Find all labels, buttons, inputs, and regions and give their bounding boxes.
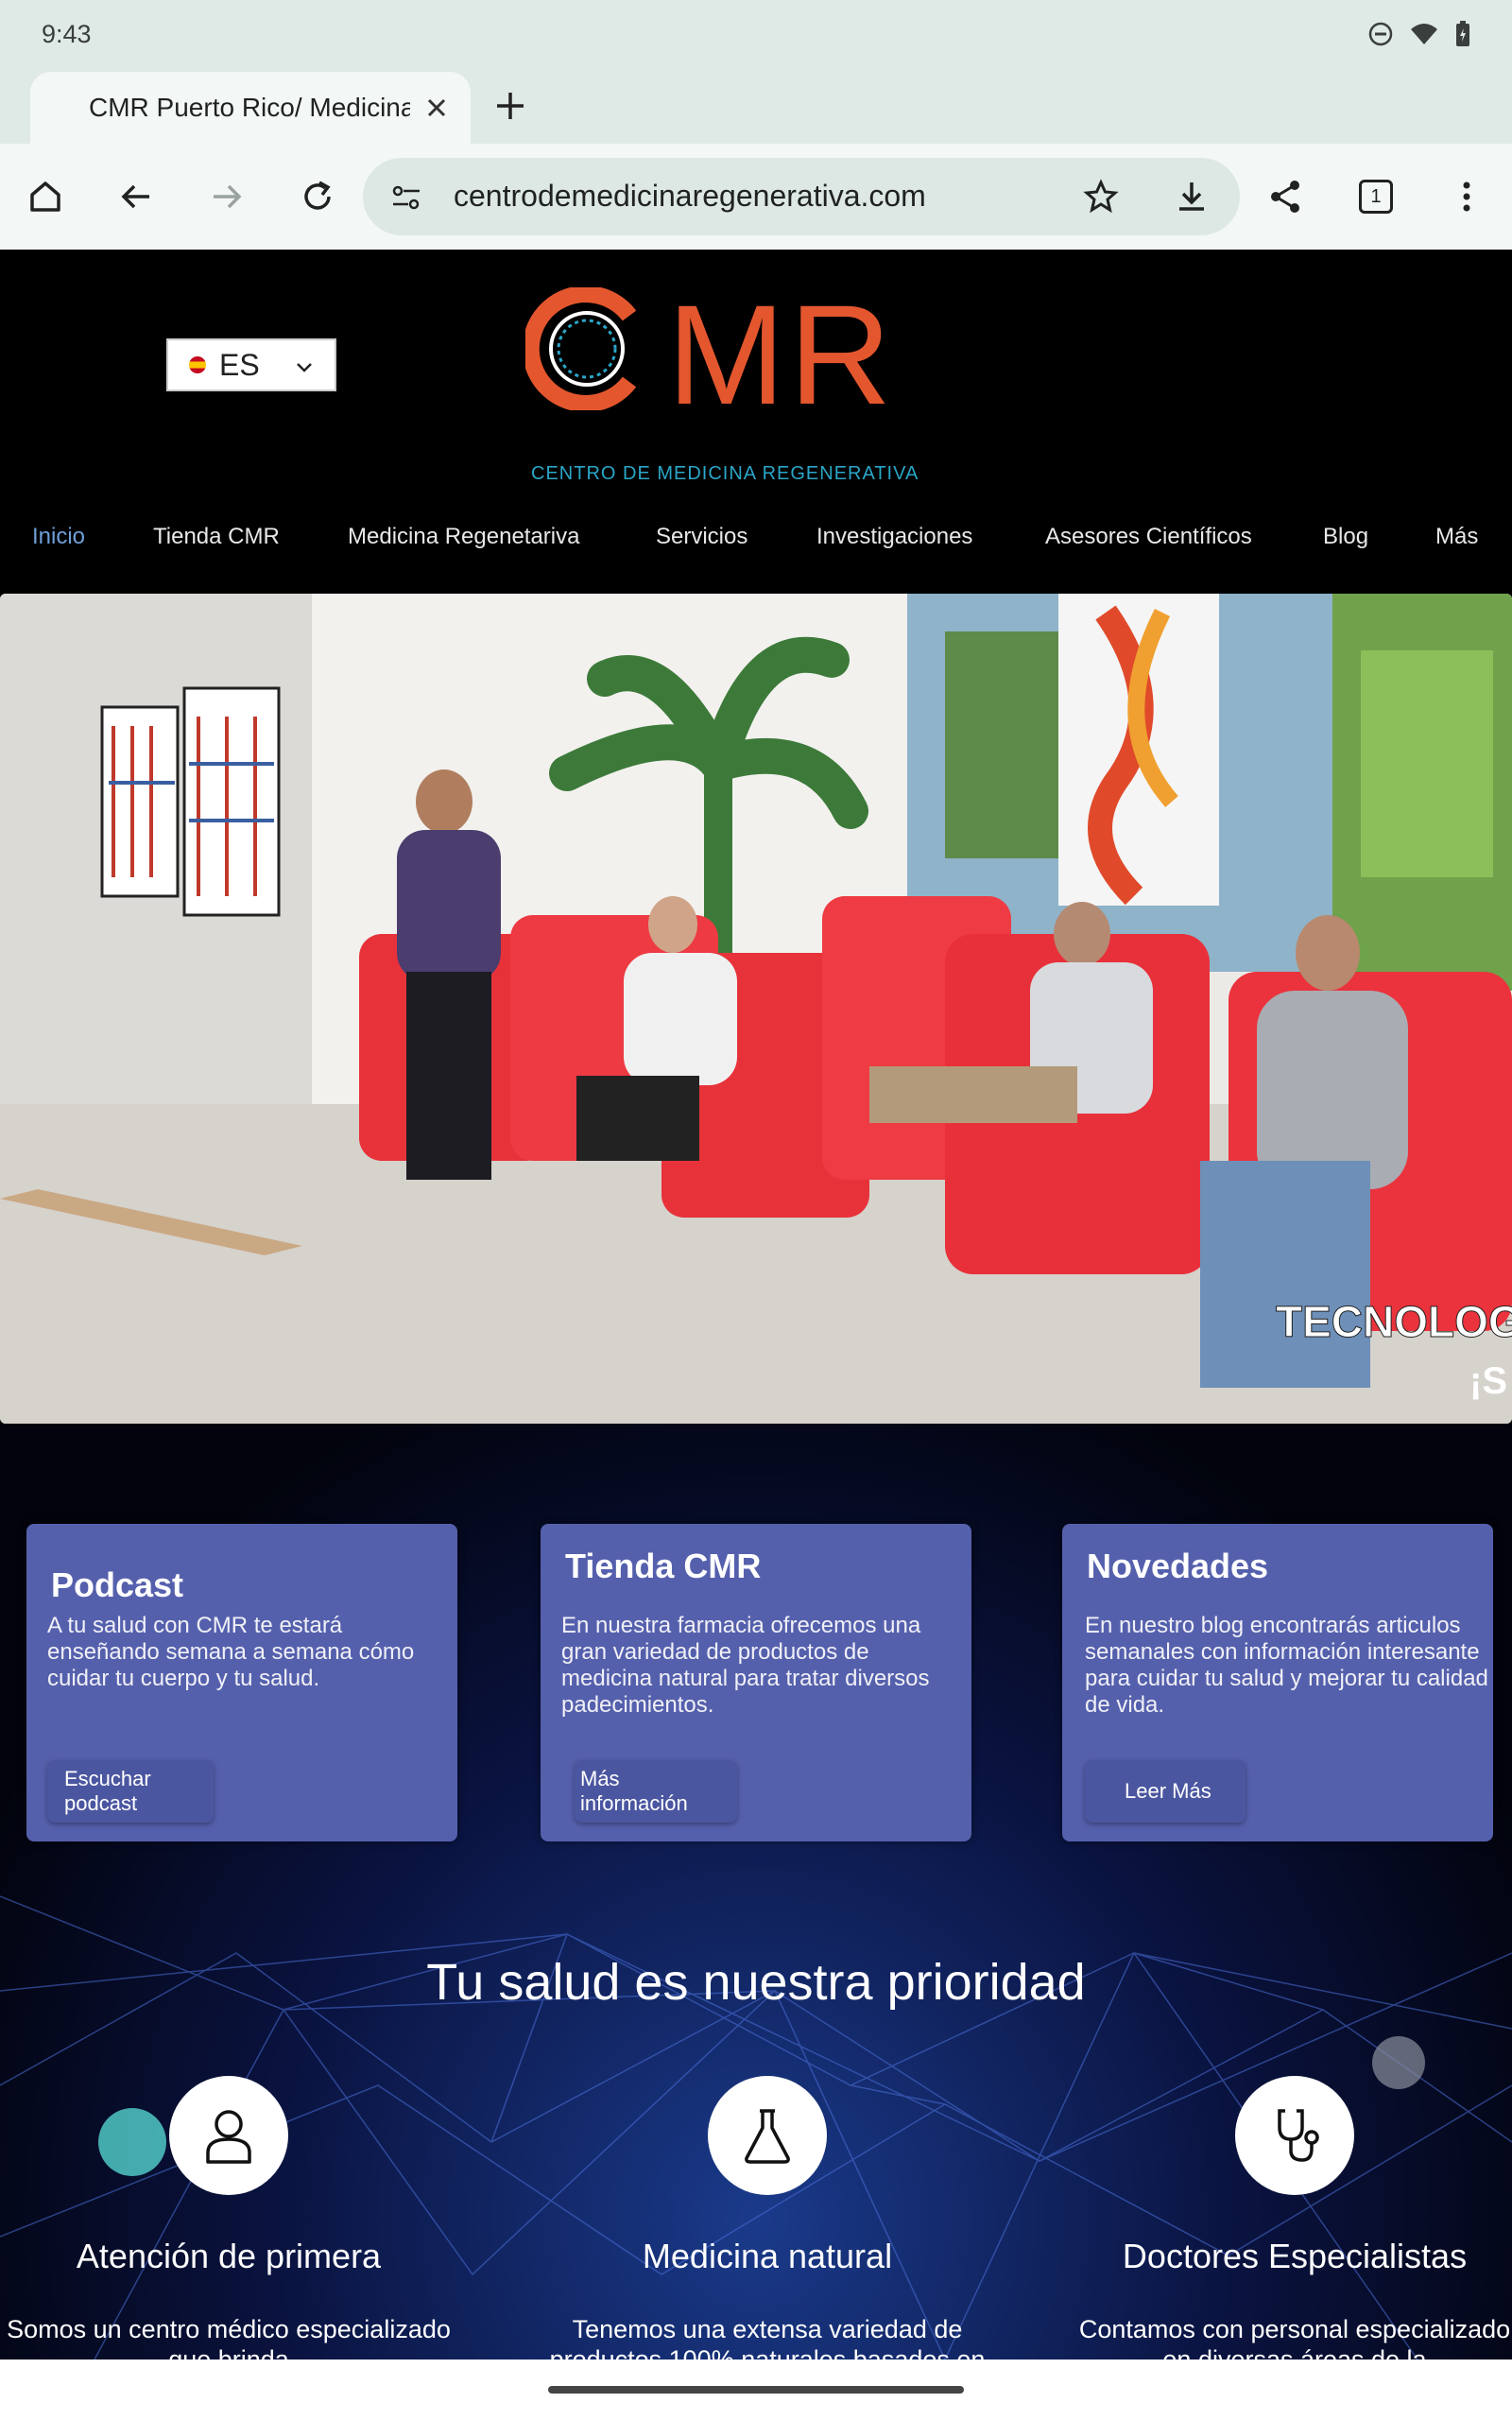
do-not-disturb-icon [1368,22,1393,46]
feature-text: Tenemos una extensa variedad de producto… [549,2315,986,2360]
read-more-button[interactable]: Leer Más [1085,1760,1246,1823]
feature-natural: Medicina natural Tenemos una extensa var… [541,2076,994,2360]
nav-item-inicio[interactable]: Inicio [32,524,85,550]
services-section: Podcast A tu salud con CMR te estará ens… [0,1424,1512,2360]
bookmark-star-icon[interactable] [1083,179,1119,215]
feature-icon-circle [1235,2076,1354,2195]
stethoscope-icon [1278,2109,1319,2162]
logo-tagline: CENTRO DE MEDICINA REGENERATIVA [531,463,919,484]
more-vert-icon [1463,182,1470,212]
tab-switcher-icon: 1 [1359,180,1393,214]
tab-title: CMR Puerto Rico/ Medicina [89,93,410,122]
cmr-logo[interactable]: MR CENTRO DE MEDICINA REGENERATIVA [525,275,932,484]
feature-title: Medicina natural [642,2237,893,2275]
listen-podcast-button[interactable]: Escuchar podcast [47,1760,214,1823]
store-card: Tienda CMR En nuestra farmacia ofrecemos… [541,1524,971,1841]
feature-icon-circle [169,2076,288,2195]
site-header: ES MR CENTRO DE MEDICINA REGENERATIVA In… [0,250,1512,594]
nav-item-blog[interactable]: Blog [1323,524,1368,550]
download-icon[interactable] [1174,179,1210,215]
podcast-card: Podcast A tu salud con CMR te estará ens… [26,1524,457,1841]
browser-tab[interactable]: CMR Puerto Rico/ Medicina [30,72,471,144]
new-tab-icon[interactable] [490,85,531,127]
nav-item-investigaciones[interactable]: Investigaciones [816,524,972,550]
reload-button[interactable] [291,170,344,223]
feature-attention: Atención de primera Somos un centro médi… [2,2076,455,2360]
card-text: En nuestra farmacia ofrecemos una gran v… [561,1613,930,1718]
battery-icon [1456,21,1469,46]
address-bar[interactable]: centrodemedicinaregenerativa.com [363,158,1240,235]
hero-overlay-line2: ¡S [1469,1360,1507,1402]
card-title: Tienda CMR [565,1547,762,1585]
card-text: En nuestro blog encontrarás articulos se… [1085,1613,1488,1718]
share-button[interactable] [1259,170,1312,223]
spain-flag-icon [189,356,206,373]
logo-letters: MR [667,275,896,434]
close-tab-icon[interactable] [420,91,454,125]
nav-item-tienda[interactable]: Tienda CMR [153,524,280,550]
nav-item-medicina[interactable]: Medicina Regenetariva [348,524,579,550]
reload-icon [304,181,331,210]
feature-title: Atención de primera [76,2237,382,2275]
tab-switcher-button[interactable]: 1 [1349,170,1402,223]
news-card: Novedades En nuestro blog encontrarás ar… [1062,1524,1493,1841]
feature-text: Somos un centro médico especializado que… [7,2315,451,2360]
feature-title: Doctores Especialistas [1122,2237,1468,2275]
menu-button[interactable] [1440,170,1493,223]
user-icon [206,2110,251,2164]
feature-doctors: Doctores Especialistas Contamos con pers… [1068,2076,1512,2360]
system-icons [1368,21,1470,47]
hero-overlay-line1: TECNOLOG [1276,1297,1512,1346]
share-icon [1271,181,1299,213]
tab-strip: CMR Puerto Rico/ Medicina [0,68,1512,144]
back-button[interactable] [110,170,163,223]
card-title: Novedades [1087,1547,1269,1585]
logo-c-ring-icon [525,287,637,410]
url-text: centrodemedicinaregenerativa.com [454,179,926,213]
flask-icon [745,2109,790,2164]
status-time: 9:43 [42,19,92,48]
arrow-left-icon [121,184,149,209]
forward-button[interactable] [200,170,253,223]
nav-item-asesores[interactable]: Asesores Científicos [1045,524,1252,550]
card-text: A tu salud con CMR te estará enseñando s… [47,1613,415,1691]
nav-item-mas[interactable]: Más [1435,524,1478,550]
priority-heading: Tu salud es nuestra prioridad [426,1954,1086,2011]
chevron-down-icon [297,363,312,372]
language-selector[interactable]: ES [166,338,336,391]
home-icon [30,182,60,212]
site-settings-icon[interactable] [389,181,423,215]
wifi-icon [1411,24,1437,44]
waiting-room-illustration: TECNOLOG ¡S [0,594,1512,1424]
hero-video[interactable]: TECNOLOG ¡S [0,594,1512,1424]
home-gesture-handle[interactable] [548,2386,964,2394]
feature-text: Contamos con personal especializado en d… [1078,2315,1511,2360]
feature-icon-circle [708,2076,827,2195]
browser-toolbar: centrodemedicinaregenerativa.com 1 [0,144,1512,250]
home-button[interactable] [19,170,72,223]
language-label: ES [219,347,260,382]
main-navigation: Inicio Tienda CMR Medicina Regenetariva … [0,524,1512,571]
status-bar: 9:43 [0,0,1512,68]
card-title: Podcast [51,1565,184,1604]
gesture-nav-bar [0,2360,1512,2420]
more-info-button[interactable]: Más información [575,1760,737,1823]
arrow-right-icon [214,184,242,209]
nav-item-servicios[interactable]: Servicios [656,524,747,550]
